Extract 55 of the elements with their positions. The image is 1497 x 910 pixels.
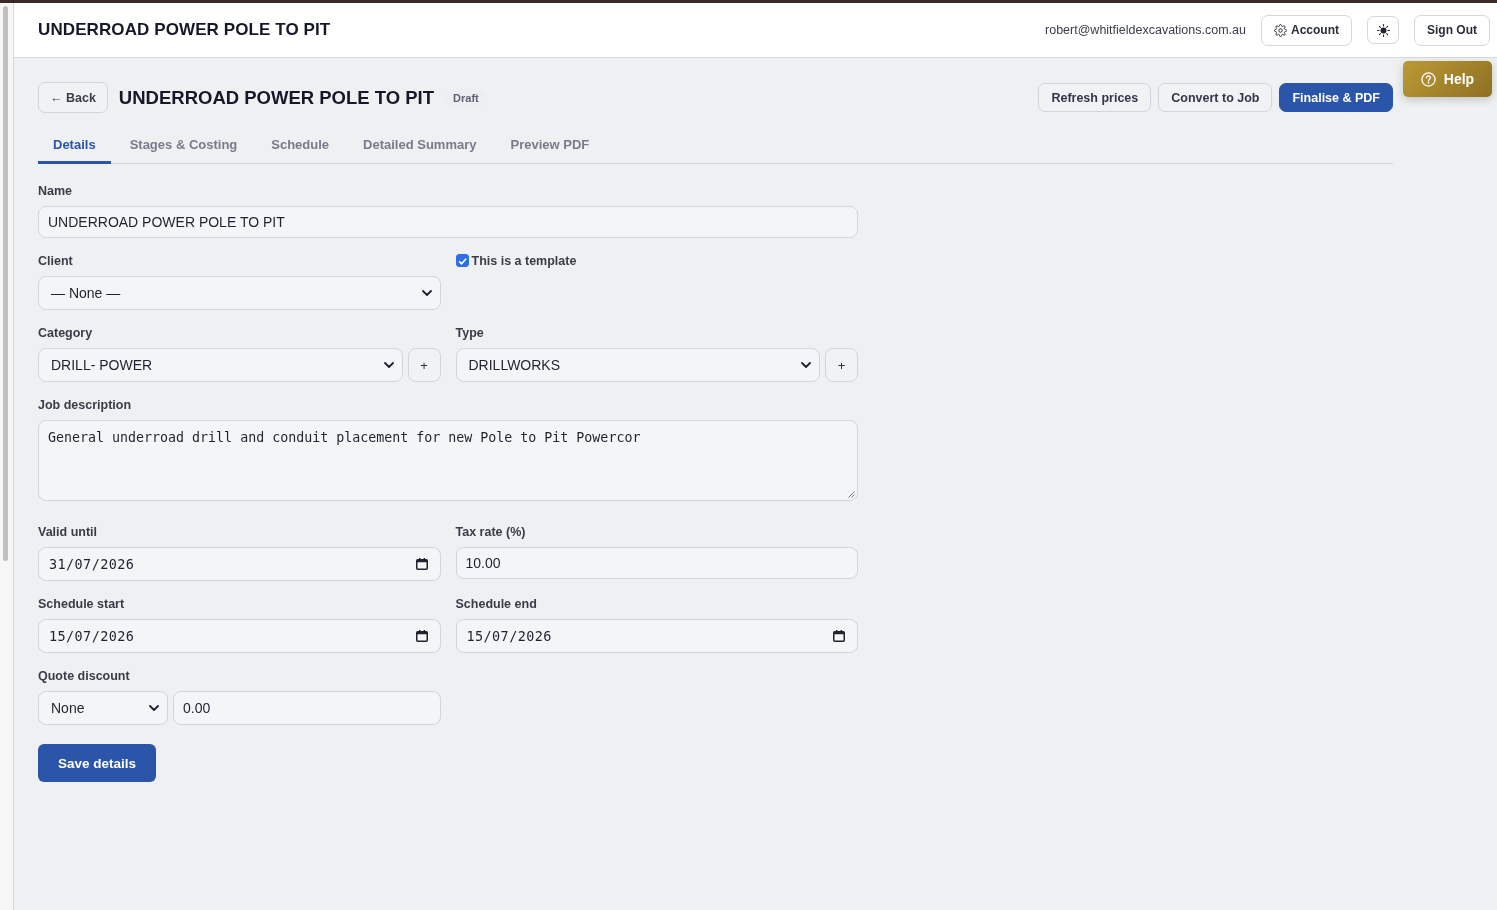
help-button[interactable]: Help [1403,61,1492,97]
tab[interactable]: Preview PDF [495,128,605,164]
template-checkbox[interactable] [455,254,469,267]
category-select[interactable]: DRILL- POWER [38,348,403,382]
field-label: Name [38,184,73,199]
help-icon [1420,71,1436,87]
calendar-icon [415,558,428,570]
field-label: Client [38,254,73,269]
user-email: robert@whitfieldexcavations.com.au [1045,23,1246,37]
field-label: Quote discount [38,669,130,684]
gear-icon [1274,23,1287,37]
tab[interactable]: Stages & Costing [114,128,253,164]
finalise-button[interactable]: Finalise & PDF [1279,83,1393,112]
field-label: Type [455,326,484,341]
tab[interactable]: Details [38,128,111,164]
sun-icon [1376,23,1390,37]
tab[interactable]: Schedule [256,128,345,164]
chevron-down-icon [149,705,159,711]
save-details-button[interactable]: Save details [38,744,156,782]
tab[interactable]: Detailed Summary [348,128,492,164]
discount-type-select[interactable]: None [38,691,168,725]
discount-amount-input[interactable]: 0.00 [173,691,441,725]
sign-out-button[interactable]: Sign Out [1414,14,1490,46]
checkbox-label: This is a template [471,253,577,268]
account-button[interactable]: Account [1261,14,1352,46]
name-input[interactable]: UNDERROAD POWER POLE TO PIT [38,206,858,238]
chevron-down-icon [801,362,811,368]
schedule-end-date-input[interactable]: 15/07/2026 [455,619,858,653]
tax-rate-input[interactable]: 10.00 [455,547,858,579]
field-label: Schedule end [455,597,537,612]
add-category-button[interactable]: + [407,348,441,382]
action-button[interactable]: Convert to Job [1158,83,1273,112]
chevron-down-icon [383,362,394,368]
back-button[interactable]: ← Back [38,82,108,113]
resize-handle-icon [848,491,855,498]
add-type-button[interactable]: + [825,348,858,382]
valid-until-date-input[interactable]: 31/07/2026 [38,547,441,581]
theme-toggle-button[interactable] [1367,16,1399,44]
field-label: Schedule start [38,597,125,612]
schedule-start-date-input[interactable]: 15/07/2026 [38,619,441,653]
field-label: Tax rate (%) [455,525,526,540]
quote-title: UNDERROAD POWER POLE TO PIT [118,86,435,109]
calendar-icon [833,630,845,642]
checkmark-icon [456,255,468,268]
calendar-icon [415,630,428,642]
chevron-down-icon [421,290,432,296]
field-label: Category [38,326,93,341]
field-label: Valid until [38,525,98,540]
client-select[interactable]: — None — [38,276,441,310]
type-select[interactable]: DRILLWORKS [455,348,820,382]
scrollbar-thumb[interactable] [3,6,8,561]
action-button[interactable]: Refresh prices [1038,83,1152,112]
page-title: UNDERROAD POWER POLE TO PIT [38,20,331,40]
job-description-textarea[interactable]: General underroad drill and conduit placement for new Pole to Pit Powercor [38,420,858,501]
field-label: Job description [38,398,132,413]
